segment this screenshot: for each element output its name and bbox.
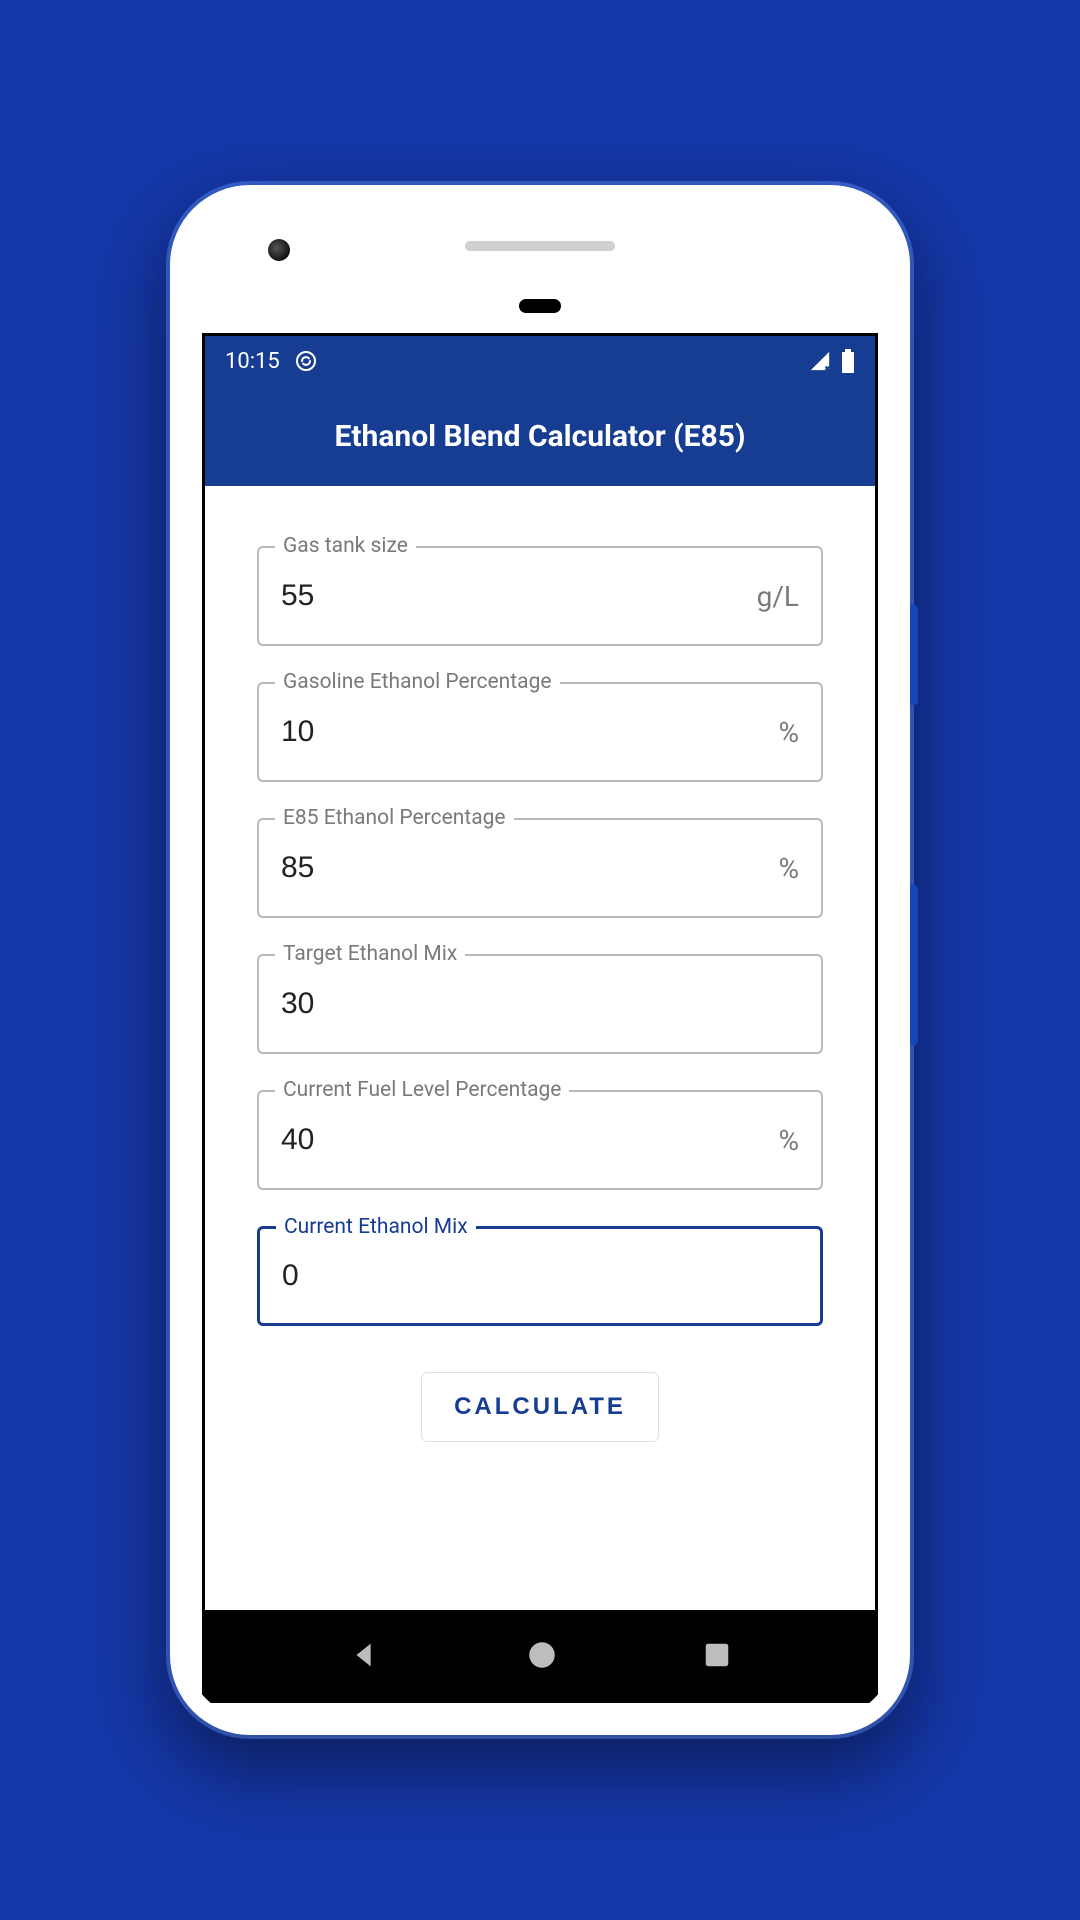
home-icon[interactable] xyxy=(525,1638,559,1672)
current-mix-label: Current Ethanol Mix xyxy=(276,1215,476,1239)
current-mix-input[interactable] xyxy=(282,1259,798,1293)
recent-apps-icon[interactable] xyxy=(702,1640,732,1670)
e85-ethanol-field[interactable]: E85 Ethanol Percentage % xyxy=(257,818,823,918)
signal-icon xyxy=(809,350,831,372)
gas-tank-size-field[interactable]: Gas tank size g/L xyxy=(257,546,823,646)
status-time: 10:15 xyxy=(225,349,280,374)
fuel-level-suffix: % xyxy=(778,1124,799,1157)
back-icon[interactable] xyxy=(348,1638,382,1672)
target-mix-field[interactable]: Target Ethanol Mix xyxy=(257,954,823,1054)
target-mix-input[interactable] xyxy=(281,987,799,1021)
nav-bar xyxy=(205,1610,875,1700)
status-bar: 10:15 xyxy=(205,336,875,386)
fuel-level-label: Current Fuel Level Percentage xyxy=(275,1078,569,1102)
e85-ethanol-input[interactable] xyxy=(281,851,778,885)
page-title: Ethanol Blend Calculator (E85) xyxy=(335,419,746,454)
sensor-pill xyxy=(519,299,561,313)
screen: 10:15 xyxy=(202,333,878,1703)
e85-ethanol-suffix: % xyxy=(778,852,799,885)
gasoline-ethanol-input[interactable] xyxy=(281,715,778,749)
phone-side-button xyxy=(910,885,918,1045)
target-mix-label: Target Ethanol Mix xyxy=(275,942,465,966)
status-right xyxy=(809,349,855,373)
gasoline-ethanol-field[interactable]: Gasoline Ethanol Percentage % xyxy=(257,682,823,782)
sync-icon xyxy=(294,349,318,373)
gasoline-ethanol-suffix: % xyxy=(778,716,799,749)
status-left: 10:15 xyxy=(225,349,318,374)
app-header: Ethanol Blend Calculator (E85) xyxy=(205,386,875,486)
camera-icon xyxy=(268,239,290,261)
fuel-level-input[interactable] xyxy=(281,1123,778,1157)
phone-frame: 10:15 xyxy=(170,185,910,1735)
current-mix-field[interactable]: Current Ethanol Mix xyxy=(257,1226,823,1326)
calculate-row: CALCULATE xyxy=(257,1372,823,1442)
calculate-button[interactable]: CALCULATE xyxy=(421,1372,659,1442)
phone-side-button xyxy=(910,605,918,705)
e85-ethanol-label: E85 Ethanol Percentage xyxy=(275,806,514,830)
gas-tank-size-suffix: g/L xyxy=(757,580,799,613)
speaker-slot xyxy=(465,241,615,251)
battery-icon xyxy=(841,349,855,373)
form-content: Gas tank size g/L Gasoline Ethanol Perce… xyxy=(205,486,875,1610)
gas-tank-size-input[interactable] xyxy=(281,579,757,613)
fuel-level-field[interactable]: Current Fuel Level Percentage % xyxy=(257,1090,823,1190)
phone-inner: 10:15 xyxy=(188,203,892,1717)
gasoline-ethanol-label: Gasoline Ethanol Percentage xyxy=(275,670,560,694)
gas-tank-size-label: Gas tank size xyxy=(275,534,416,558)
